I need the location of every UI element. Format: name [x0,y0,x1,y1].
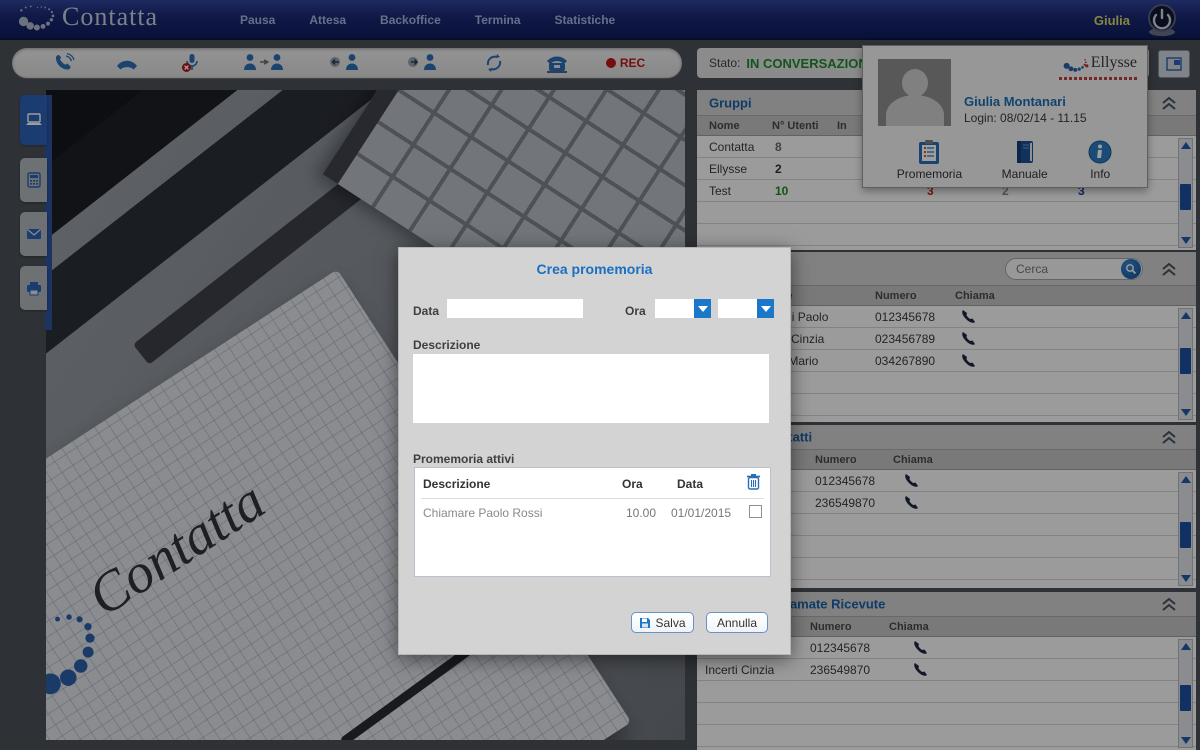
reminder-checkbox[interactable] [749,505,762,518]
data-label: Data [413,304,439,318]
save-button[interactable]: Salva [631,612,694,633]
promemoria-list: Descrizione Ora Data Chiamare Paolo Ross… [414,467,771,577]
list-divider [421,498,764,499]
trash-icon [746,473,761,490]
list-column-data: Data [677,477,703,491]
list-column-ora: Ora [622,477,643,491]
list-column-descrizione: Descrizione [423,477,490,491]
save-label: Salva [655,616,685,630]
reminder-descrizione: Chiamare Paolo Rossi [423,506,542,520]
attivi-label: Promemoria attivi [413,452,514,466]
descrizione-label: Descrizione [413,338,480,352]
reminder-data: 01/01/2015 [671,506,731,520]
delete-selected-button[interactable] [746,473,761,495]
crea-promemoria-dialog: Crea promemoria Data Ora Descrizione Pro… [398,247,791,655]
cancel-button[interactable]: Annulla [706,612,768,633]
ora-minute-select[interactable] [718,299,774,318]
ora-label: Ora [625,304,646,318]
chevron-down-icon[interactable] [757,299,774,318]
app-window: Contatta Pausa Attesa Backoffice Termina… [0,0,1200,750]
reminder-ora: 10.00 [626,506,656,520]
cancel-label: Annulla [717,616,757,630]
dialog-title: Crea promemoria [399,261,790,277]
data-input[interactable] [447,299,583,318]
floppy-save-icon [639,617,651,629]
descrizione-textarea[interactable] [413,354,769,423]
ora-hour-select[interactable] [655,299,711,318]
chevron-down-icon[interactable] [694,299,711,318]
